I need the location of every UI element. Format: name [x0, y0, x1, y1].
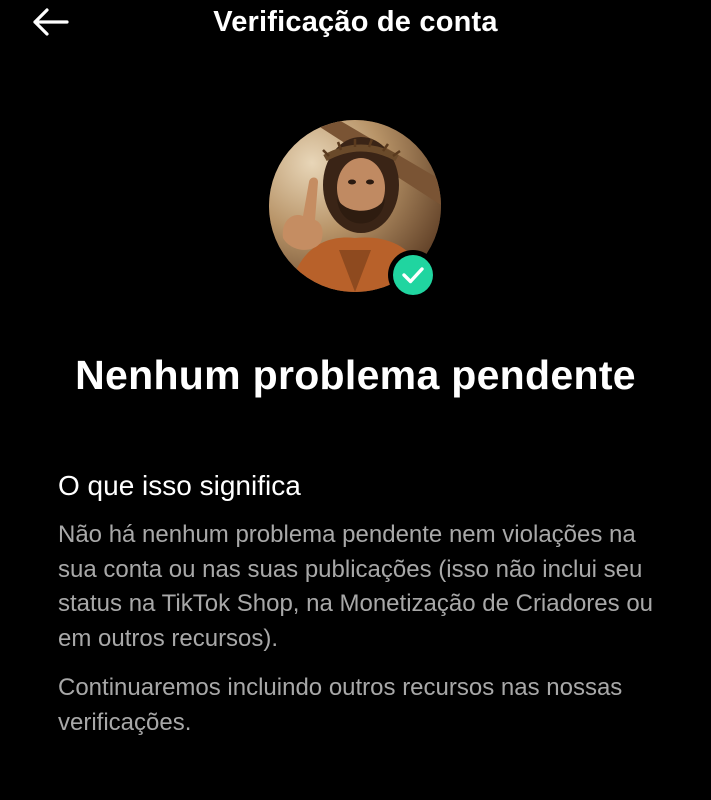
- top-bar: Verificação de conta: [0, 0, 711, 50]
- verified-badge: [388, 250, 438, 300]
- check-circle-icon: [393, 255, 433, 295]
- section-title: O que isso significa: [58, 470, 301, 501]
- page-title: Verificação de conta: [213, 6, 498, 38]
- info-paragraph-1: Não há nenhum problema pendente nem viol…: [58, 521, 654, 652]
- status-heading: Nenhum problema pendente: [75, 352, 636, 398]
- info-paragraph-2: Continuaremos incluindo outros recursos …: [58, 674, 623, 736]
